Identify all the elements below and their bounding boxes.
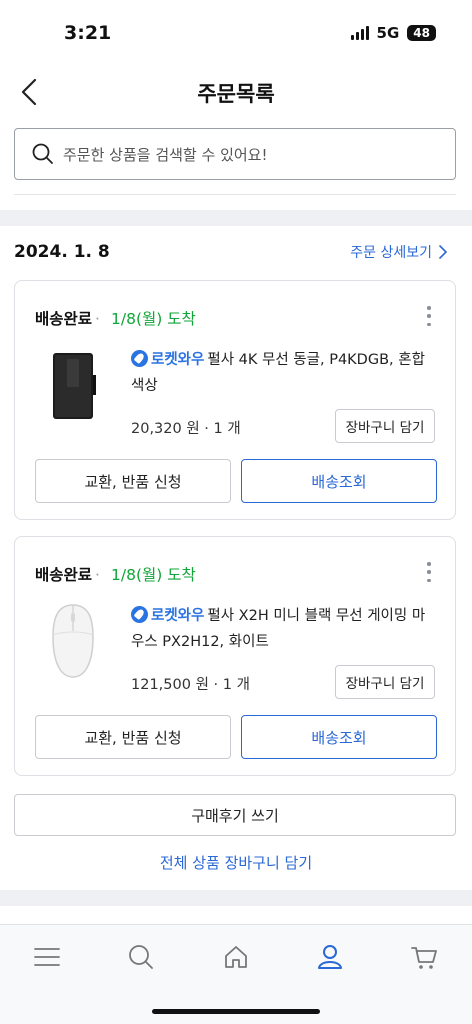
add-all-to-cart-link[interactable]: 전체 상품 장바구니 담기 [0, 852, 472, 873]
rocket-badge: 로켓와우 [151, 608, 205, 624]
search-icon [129, 945, 153, 969]
track-delivery-button[interactable]: 배송조회 [241, 715, 437, 759]
rocket-badge: 로켓와우 [151, 352, 205, 368]
order-item-card: 배송완료 · 1/8(월) 도착 로켓와우 펄사 X2H 미니 블랙 무선 게이밍 … [14, 536, 456, 776]
rocket-icon [131, 606, 148, 623]
tab-my[interactable] [310, 937, 350, 977]
battery-icon: 48 [407, 25, 436, 41]
tab-home[interactable] [216, 937, 256, 977]
search-area: 주문한 상품을 검색할 수 있어요! [0, 120, 472, 210]
delivery-status: 배송완료 · [35, 566, 100, 584]
status-time: 3:21 [64, 22, 112, 44]
home-icon [225, 946, 247, 968]
divider [14, 194, 456, 198]
product-price: 20,320 원 · 1 개 [131, 421, 241, 437]
rocket-icon [131, 350, 148, 367]
tab-cart[interactable] [404, 937, 444, 977]
signal-icon [350, 26, 369, 40]
delivery-status: 배송완료 · [35, 310, 100, 328]
search-icon [32, 143, 53, 164]
product-image-mouse[interactable] [41, 601, 105, 681]
product-price: 121,500 원 · 1 개 [131, 677, 250, 693]
order-detail-label: 주문 상세보기 [350, 245, 432, 261]
home-indicator [152, 1009, 320, 1014]
nav-header: 주문목록 [0, 64, 472, 120]
product-name[interactable]: 로켓와우 펄사 X2H 미니 블랙 무선 게이밍 마우스 PX2H12, 화이트 [131, 603, 437, 655]
status-indicators: 5G 48 [350, 24, 436, 42]
tab-menu[interactable] [27, 937, 67, 977]
exchange-return-button[interactable]: 교환, 반품 신청 [35, 715, 231, 759]
cart-icon [411, 947, 437, 969]
search-placeholder: 주문한 상품을 검색할 수 있어요! [63, 145, 268, 164]
arrival-date: 1/8(월) 도착 [111, 566, 196, 584]
chevron-right-icon [439, 245, 448, 259]
add-to-cart-button[interactable]: 장바구니 담기 [335, 665, 435, 699]
menu-icon [34, 948, 60, 966]
track-delivery-button[interactable]: 배송조회 [241, 459, 437, 503]
search-input[interactable]: 주문한 상품을 검색할 수 있어요! [14, 128, 456, 180]
add-to-cart-button[interactable]: 장바구니 담기 [335, 409, 435, 443]
order-item-card: 배송완료 · 1/8(월) 도착 로켓와우 펄사 4K 무선 동글, P4KDGB,… [14, 280, 456, 520]
page-title: 주문목록 [197, 82, 275, 106]
order-detail-link[interactable]: 주문 상세보기 [350, 242, 448, 262]
write-review-button[interactable]: 구매후기 쓰기 [14, 794, 456, 836]
tab-search[interactable] [121, 937, 161, 977]
order-date: 2024. 1. 8 [14, 242, 110, 262]
order-group: 2024. 1. 8 주문 상세보기 배송완료 · 1/8(월) 도착 로켓와우 펄… [0, 226, 472, 890]
more-options-icon[interactable] [423, 303, 435, 329]
product-image-dongle[interactable] [41, 345, 105, 425]
arrival-date: 1/8(월) 도착 [111, 310, 196, 328]
user-icon [318, 945, 342, 969]
status-bar: 3:21 5G 48 [0, 0, 472, 64]
exchange-return-button[interactable]: 교환, 반품 신청 [35, 459, 231, 503]
more-options-icon[interactable] [423, 559, 435, 585]
network-label: 5G [376, 24, 400, 42]
bottom-tab-bar [0, 924, 472, 1024]
product-name[interactable]: 로켓와우 펄사 4K 무선 동글, P4KDGB, 혼합 색상 [131, 347, 437, 399]
